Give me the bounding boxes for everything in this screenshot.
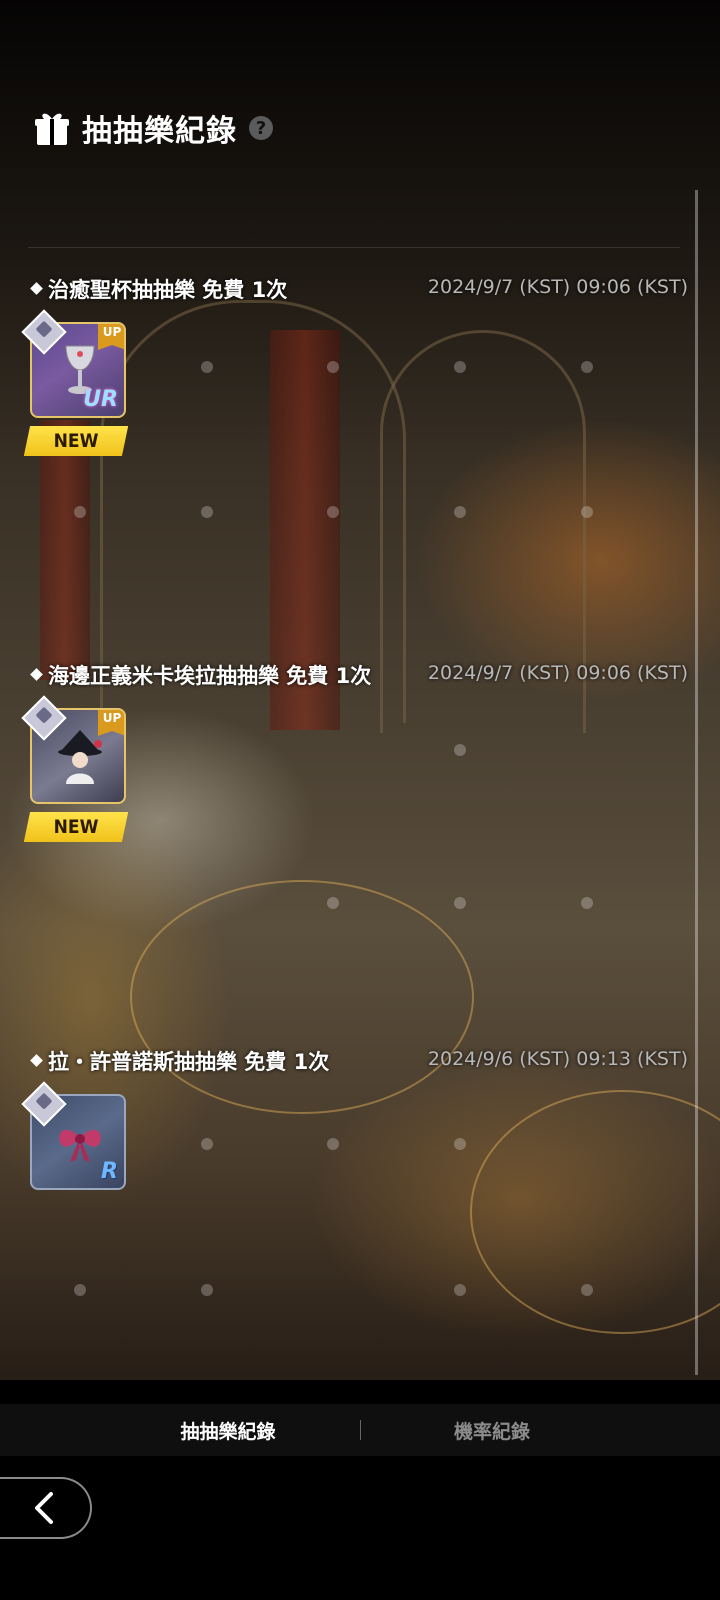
chevron-left-icon — [35, 1492, 53, 1524]
bullet-diamond-icon — [30, 282, 43, 295]
back-button[interactable] — [0, 1477, 92, 1539]
page-title: 抽抽樂紀錄 — [82, 114, 237, 149]
gacha-record: 治癒聖杯抽抽樂 免費 1次 2024/9/7 (KST) 09:06 (KST)… — [21, 274, 688, 456]
up-badge: UP — [98, 324, 124, 350]
tab-bar: 抽抽樂紀錄 機率紀錄 — [0, 1404, 720, 1456]
help-icon[interactable]: ? — [249, 116, 273, 140]
new-badge: NEW — [23, 812, 129, 842]
header-divider — [28, 247, 680, 248]
scrollbar[interactable] — [695, 190, 698, 1375]
tab-gacha-records[interactable]: 抽抽樂紀錄 — [128, 1404, 328, 1456]
tab-divider — [360, 1420, 361, 1440]
tab-probability-records[interactable]: 機率紀錄 — [392, 1404, 592, 1456]
gacha-record: 海邊正義米卡埃拉抽抽樂 免費 1次 2024/9/7 (KST) 09:06 (… — [21, 660, 688, 842]
rarity-label: R — [101, 1159, 118, 1184]
gacha-record: 拉・許普諾斯抽抽樂 免費 1次 2024/9/6 (KST) 09:13 (KS… — [21, 1046, 688, 1190]
up-badge: UP — [98, 710, 124, 736]
record-title: 海邊正義米卡埃拉抽抽樂 免費 1次 — [48, 664, 372, 688]
ribbon-icon — [59, 1129, 101, 1162]
page-header: 抽抽樂紀錄 ? — [32, 104, 273, 152]
record-time: 2024/9/7 (KST) 09:06 (KST) — [427, 276, 688, 298]
gift-icon — [35, 113, 69, 145]
record-title: 拉・許普諾斯抽抽樂 免費 1次 — [48, 1050, 330, 1074]
rarity-label: UR — [83, 387, 118, 412]
record-title: 治癒聖杯抽抽樂 免費 1次 — [48, 278, 288, 302]
bullet-diamond-icon — [30, 1054, 43, 1067]
record-time: 2024/9/6 (KST) 09:13 (KST) — [427, 1048, 688, 1070]
record-time: 2024/9/7 (KST) 09:06 (KST) — [427, 662, 688, 684]
bullet-diamond-icon — [30, 668, 43, 681]
new-badge: NEW — [23, 426, 129, 456]
